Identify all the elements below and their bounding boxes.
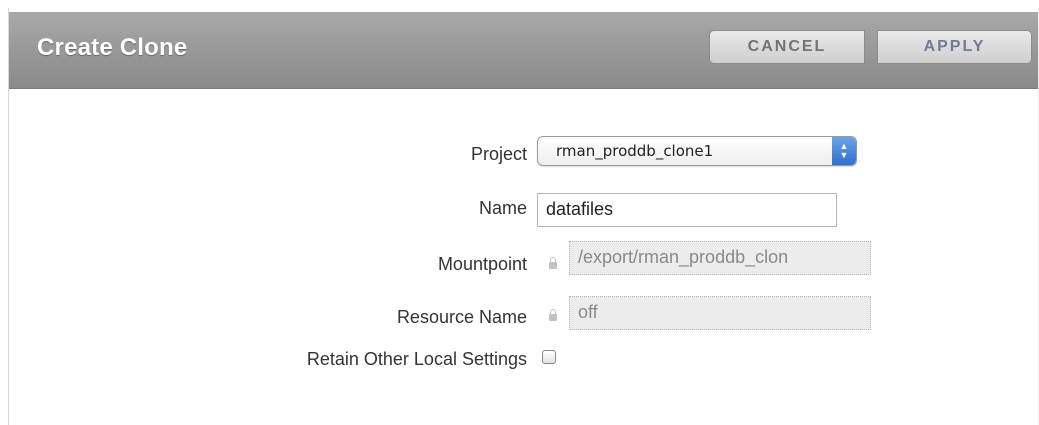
cancel-button[interactable]: CANCEL [709, 30, 865, 64]
project-select[interactable]: rman_proddb_clone1 ▲ ▼ [537, 136, 857, 166]
updown-arrows-icon[interactable]: ▲ ▼ [832, 137, 856, 165]
project-select-value: rman_proddb_clone1 [556, 142, 714, 160]
dialog-titlebar: Create Clone CANCEL APPLY [9, 12, 1038, 89]
name-input[interactable]: datafiles [537, 193, 837, 227]
mountpoint-label: Mountpoint [437, 254, 527, 274]
retain-settings-label: Retain Other Local Settings [306, 349, 527, 369]
mountpoint-field: /export/rman_proddb_clon [569, 241, 871, 275]
apply-button[interactable]: APPLY [877, 30, 1032, 64]
resource-name-lock-icon [549, 309, 557, 321]
name-label: Name [478, 198, 527, 218]
retain-settings-checkbox[interactable] [542, 350, 556, 364]
resource-name-field: off [569, 296, 871, 330]
project-label: Project [470, 144, 527, 164]
mountpoint-lock-icon [549, 257, 557, 269]
dialog-title: Create Clone [37, 34, 188, 61]
resource-name-label: Resource Name [396, 307, 527, 327]
